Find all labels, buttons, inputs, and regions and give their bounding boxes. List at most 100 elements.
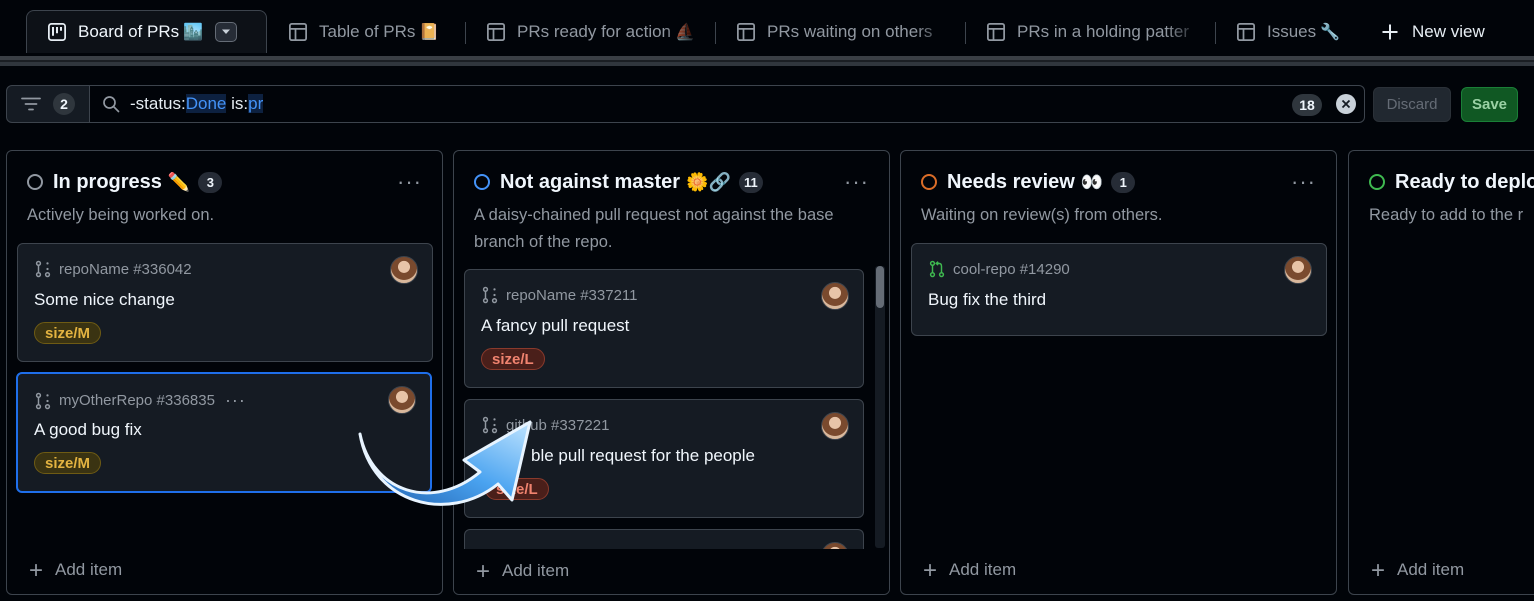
card-meta: github #337221 [481,416,609,434]
avatar [1284,256,1312,284]
tab-label: Issues [1267,21,1317,41]
tab-options-button[interactable] [215,22,238,42]
column-header: Ready to deplo [1369,171,1534,193]
table-icon [737,22,755,41]
git-pull-request-icon [929,260,945,278]
plus-icon: + [1371,556,1386,584]
avatar [821,282,849,310]
tab-table-of-prs[interactable]: Table of PRs 📔 [288,10,458,53]
column-description: Waiting on review(s) from others. [921,206,1163,224]
card-item[interactable]: repoName #337211 A fancy pull request si… [464,269,864,388]
x-icon [1341,99,1351,109]
column-scrollbar[interactable] [875,266,885,548]
column-needs-review: Needs review 👀 1 ··· Waiting on review(s… [900,150,1337,595]
status-circle-icon [474,174,490,190]
tab-label: PRs in a holding patter [1017,21,1189,41]
size-label: size/M [34,452,102,474]
discard-button[interactable]: Discard [1373,87,1451,122]
add-item-button[interactable]: + Add item [923,556,1017,584]
project-board-icon [48,23,66,41]
card-item[interactable]: github #337221 ble pull request for the … [464,399,864,518]
card-title: A good bug fix [34,420,142,439]
card-item[interactable]: myOtherRepo #336835 ··· A good bug fix s… [16,372,432,493]
tab-divider [1215,22,1216,44]
plus-icon [1382,24,1398,39]
column-menu-button[interactable]: ··· [397,169,422,195]
new-view-label: New view [1412,21,1485,41]
filter-toggle-button[interactable]: 2 [6,85,90,123]
card-repo: myOtherRepo #336835 [59,392,215,409]
search-icon [103,96,120,113]
card-item[interactable]: cool-repo #14290 Bug fix the third [911,243,1327,336]
column-header: Needs review 👀 1 ··· [921,169,1316,195]
status-circle-icon [27,174,43,190]
size-label: size/M [34,322,102,344]
query-value-pr: pr [248,94,264,113]
card-repo: repoName #336042 [59,260,192,278]
save-button[interactable]: Save [1461,87,1518,122]
add-item-button[interactable]: + Add item [1371,556,1465,584]
add-item-button[interactable]: + Add item [476,557,570,585]
tab-issues[interactable]: Issues 🔧 [1236,10,1356,53]
card-title: ble pull request for the people [531,446,755,465]
tab-emoji: 🏙️ [183,24,204,41]
add-item-label: Add item [502,561,570,580]
filter-icon [21,97,41,111]
tab-divider [965,22,966,44]
column-title: Not against master [500,170,681,193]
column-count: 11 [738,171,763,193]
filter-count: 2 [53,93,75,115]
filter-query-input[interactable]: -status:Done is:pr 18 [90,85,1365,123]
card-title: A fancy pull request [481,316,630,335]
column-emoji: 👀 [1080,171,1104,192]
column-menu-button[interactable]: ··· [1291,169,1316,195]
clear-filter-button[interactable] [1336,94,1356,114]
column-description: A daisy-chained pull request not against… [474,206,834,251]
tab-fade [664,10,700,53]
scrollbar-thumb[interactable] [876,266,884,308]
add-item-label: Add item [55,560,123,579]
column-in-progress: In progress ✏️ 3 ··· Actively being work… [6,150,443,595]
table-icon [487,22,505,41]
new-view-button[interactable]: New view [1380,10,1510,53]
card-repo: repoName #337211 [506,286,638,304]
status-circle-icon [1369,174,1385,190]
query-key-status: -status: [130,94,186,113]
card-meta: repoName #336042 [34,260,192,278]
column-description: Actively being worked on. [27,206,215,224]
tab-fade [916,10,952,53]
plus-icon: + [476,557,491,585]
card-repo: cool-repo #14290 [953,260,1070,278]
horizontal-scrollbar[interactable] [0,56,1534,66]
table-icon [987,22,1005,41]
tab-divider [465,22,466,44]
query-key-is: is: [226,94,249,113]
card-title: Bug fix the third [928,290,1047,309]
column-emoji: ✏️ [167,171,191,192]
plus-icon: + [29,556,44,584]
tab-fade [1166,10,1202,53]
card-repo: github #337221 [506,416,610,434]
column-header: In progress ✏️ 3 ··· [27,169,422,195]
tab-label: Board of PRs [78,22,180,41]
add-item-button[interactable]: + Add item [29,556,123,584]
tab-board-of-prs[interactable]: Board of PRs 🏙️ [26,10,267,53]
column-menu-button[interactable]: ··· [844,169,869,195]
column-title: In progress [53,170,162,193]
tab-divider [715,22,716,44]
plus-icon: + [923,556,938,584]
column-title: Ready to deplo [1395,170,1534,193]
column-header: Not against master 🌼🔗 11 ··· [474,169,869,195]
card-menu-button[interactable]: ··· [225,390,246,411]
query-text: -status:Done is:pr [130,94,264,114]
view-tabs: Board of PRs 🏙️ Table of PRs 📔 PRs ready… [0,0,1534,54]
git-pull-request-draft-icon [35,260,51,278]
result-count: 18 [1292,94,1322,116]
card-meta: myOtherRepo #336835 ··· [34,390,246,411]
add-item-label: Add item [1397,560,1465,579]
column-count: 3 [198,171,223,193]
card-item[interactable]: repoName #336042 Some nice change size/M [17,243,433,362]
add-item-label: Add item [949,560,1017,579]
card-title: Some nice change [34,290,175,309]
git-pull-request-draft-icon [482,286,498,304]
